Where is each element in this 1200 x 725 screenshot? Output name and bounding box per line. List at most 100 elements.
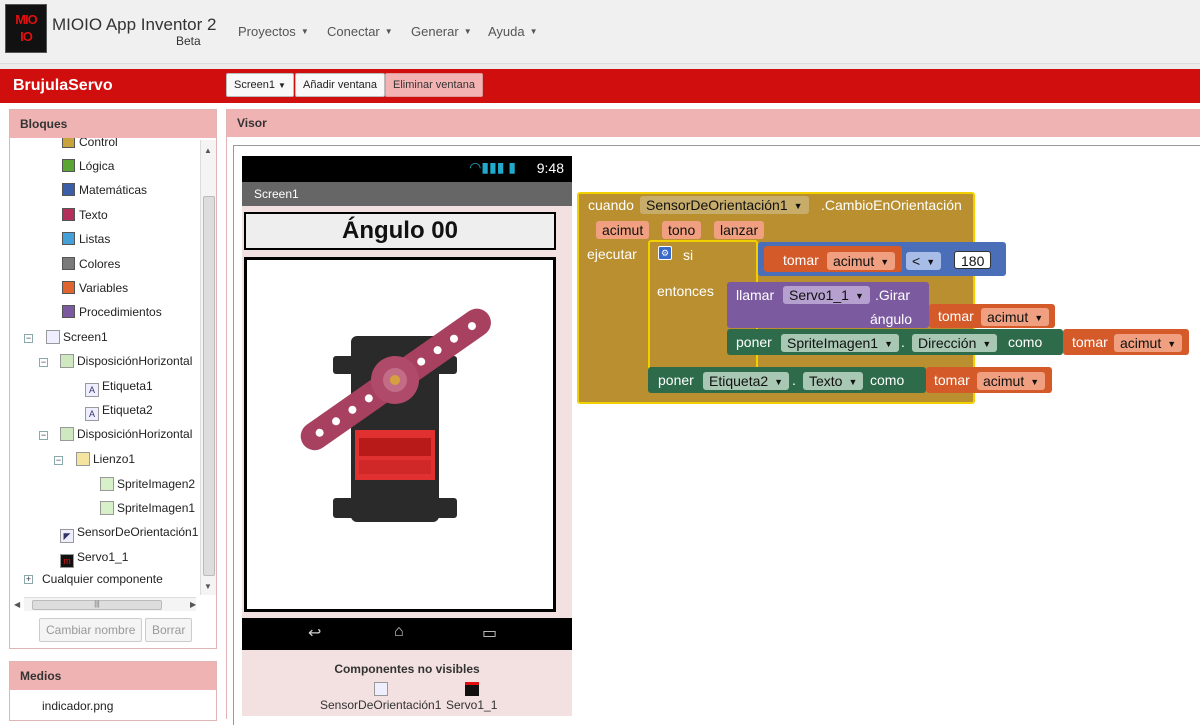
- dropdown-icon: ▼: [774, 377, 784, 387]
- expand-icon[interactable]: +: [24, 575, 33, 584]
- number-field[interactable]: 180: [954, 251, 992, 269]
- tree-label: Screen1: [63, 330, 108, 344]
- tree-item-control[interactable]: Control: [62, 138, 118, 151]
- scroll-up-icon[interactable]: ▲: [204, 146, 212, 155]
- var-dropdown[interactable]: acimut ▼: [981, 308, 1050, 326]
- param-acimut[interactable]: acimut: [596, 221, 650, 239]
- media-file[interactable]: indicador.png: [42, 699, 113, 713]
- scroll-left-icon[interactable]: ◀: [14, 600, 20, 609]
- nonvisible-title: Componentes no visibles: [334, 662, 480, 676]
- menu-ayuda[interactable]: Ayuda ▼: [488, 24, 538, 39]
- param-tono[interactable]: tono: [662, 221, 702, 239]
- dropdown-icon: ▼: [880, 257, 890, 267]
- field-text: SpriteImagen1: [787, 335, 879, 351]
- recent-apps-icon[interactable]: ▭: [482, 623, 497, 643]
- tree-item-logica[interactable]: Lógica: [62, 157, 114, 175]
- var-dropdown[interactable]: acimut ▼: [977, 372, 1046, 390]
- property-dropdown[interactable]: Texto ▼: [803, 372, 864, 390]
- collapse-icon[interactable]: −: [39, 431, 48, 440]
- back-icon[interactable]: ↩: [308, 623, 321, 643]
- sprite-icon: [100, 501, 114, 515]
- collapse-icon[interactable]: −: [54, 456, 63, 465]
- sprite-dropdown[interactable]: SpriteImagen1 ▼: [781, 334, 899, 352]
- horizontal-arrangement-icon: [60, 354, 74, 368]
- scrollbar-thumb[interactable]: [203, 196, 215, 576]
- tree-item-sensor[interactable]: ◤ SensorDeOrientación1: [60, 523, 198, 543]
- event-component-dropdown[interactable]: SensorDeOrientación1 ▼: [640, 196, 809, 214]
- label-icon: A: [85, 407, 99, 421]
- phone-clock: 9:48: [536, 160, 564, 176]
- delete-button[interactable]: Borrar: [145, 618, 193, 642]
- block-then-text: entonces: [657, 283, 714, 299]
- menu-label: Ayuda: [488, 24, 525, 39]
- media-panel-title: Medios: [10, 662, 216, 690]
- procedures-swatch: [62, 305, 75, 318]
- app-logo[interactable]: MIO IO: [5, 4, 47, 53]
- field-text: Servo1_1: [789, 287, 849, 303]
- orientation-sensor-icon: [373, 682, 388, 696]
- blocks-tree: Control Lógica Matemáticas Texto Listas …: [10, 138, 198, 601]
- tree-item-hz1[interactable]: DisposiciónHorizontal: [60, 352, 192, 370]
- servo-icon: m: [60, 554, 74, 568]
- tree-horizontal-scrollbar[interactable]: ◀ ||| ▶: [14, 597, 196, 611]
- tree-item-etiqueta1[interactable]: A Etiqueta1: [85, 377, 153, 397]
- scroll-down-icon[interactable]: ▼: [204, 582, 212, 591]
- screen-select[interactable]: Screen1 ▼: [226, 73, 294, 97]
- caret-down-icon: ▼: [529, 27, 538, 36]
- field-text: acimut: [987, 309, 1029, 325]
- home-icon[interactable]: ⌂: [394, 623, 404, 641]
- project-name: BrujulaServo: [13, 77, 113, 94]
- menu-conectar[interactable]: Conectar ▼: [327, 24, 393, 39]
- tree-item-listas[interactable]: Listas: [62, 230, 110, 248]
- collapse-icon[interactable]: −: [24, 334, 33, 343]
- tree-item-servo[interactable]: m Servo1_1: [60, 548, 129, 568]
- var-dropdown[interactable]: acimut ▼: [827, 252, 896, 270]
- menu-generar[interactable]: Generar ▼: [411, 24, 472, 39]
- tree-item-matematicas[interactable]: Matemáticas: [62, 181, 147, 199]
- dropdown-icon: ▼: [1030, 377, 1040, 387]
- tree-item-sprite1[interactable]: SpriteImagen1: [100, 499, 195, 517]
- tree-label: Servo1_1: [77, 550, 129, 564]
- text-swatch: [62, 208, 75, 221]
- operator-dropdown[interactable]: < ▼: [906, 252, 942, 270]
- dropdown-icon: ▼: [1034, 313, 1044, 323]
- canvas-component[interactable]: [244, 257, 556, 612]
- app-title: MIOIO App Inventor 2: [52, 15, 217, 34]
- tree-item-colores[interactable]: Colores: [62, 255, 120, 273]
- tree-item-texto[interactable]: Texto: [62, 206, 108, 224]
- tree-label: SensorDeOrientación1: [77, 525, 198, 539]
- var-dropdown[interactable]: acimut ▼: [1114, 334, 1183, 352]
- tree-vertical-scrollbar[interactable]: ▲ ▼: [200, 140, 216, 595]
- add-screen-button[interactable]: Añadir ventana: [295, 73, 385, 97]
- label-dropdown[interactable]: Etiqueta2 ▼: [703, 372, 790, 390]
- phone-nav-bar: ↩ ⌂ ▭: [242, 618, 572, 650]
- viewer-title: Visor: [227, 109, 1200, 137]
- tree-item-etiqueta2[interactable]: A Etiqueta2: [85, 401, 153, 421]
- menu-proyectos[interactable]: Proyectos ▼: [238, 24, 309, 39]
- tree-item-any-component[interactable]: Cualquier componente: [42, 570, 163, 588]
- nonvisible-sensor[interactable]: SensorDeOrientación1: [320, 682, 441, 712]
- scroll-right-icon[interactable]: ▶: [190, 600, 196, 609]
- servo-dropdown[interactable]: Servo1_1 ▼: [783, 286, 870, 304]
- rename-button[interactable]: Cambiar nombre: [39, 618, 143, 642]
- tree-item-hz2[interactable]: DisposiciónHorizontal: [60, 425, 192, 443]
- logo-bottom-text: IO: [20, 29, 33, 44]
- scrollbar-thumb[interactable]: |||: [32, 600, 162, 610]
- tree-item-screen1[interactable]: Screen1: [46, 328, 108, 346]
- tree-item-variables[interactable]: Variables: [62, 279, 128, 297]
- wifi-signal-battery-icon: ◠▮▮▮ ▮: [469, 159, 516, 175]
- blocks-workspace[interactable]: ◠▮▮▮ ▮ 9:48 Screen1 Ángulo 00 ↩ ⌂ ▭ Comp…: [233, 145, 1200, 725]
- tree-item-procedimientos[interactable]: Procedimientos: [62, 303, 162, 321]
- set-text: poner: [736, 334, 772, 350]
- mutator-gear-icon[interactable]: ⚙: [658, 246, 672, 260]
- angle-label[interactable]: Ángulo 00: [244, 212, 556, 250]
- remove-screen-button[interactable]: Eliminar ventana: [385, 73, 483, 97]
- phone-preview: ◠▮▮▮ ▮ 9:48 Screen1 Ángulo 00 ↩ ⌂ ▭ Comp…: [242, 156, 572, 716]
- dropdown-icon: ▼: [848, 377, 858, 387]
- nonvisible-servo[interactable]: Servo1_1: [446, 682, 497, 712]
- collapse-icon[interactable]: −: [39, 358, 48, 367]
- tree-item-lienzo1[interactable]: Lienzo1: [76, 450, 135, 468]
- tree-item-sprite2[interactable]: SpriteImagen2: [100, 475, 195, 493]
- property-dropdown[interactable]: Dirección ▼: [912, 334, 998, 352]
- param-lanzar[interactable]: lanzar: [714, 221, 765, 239]
